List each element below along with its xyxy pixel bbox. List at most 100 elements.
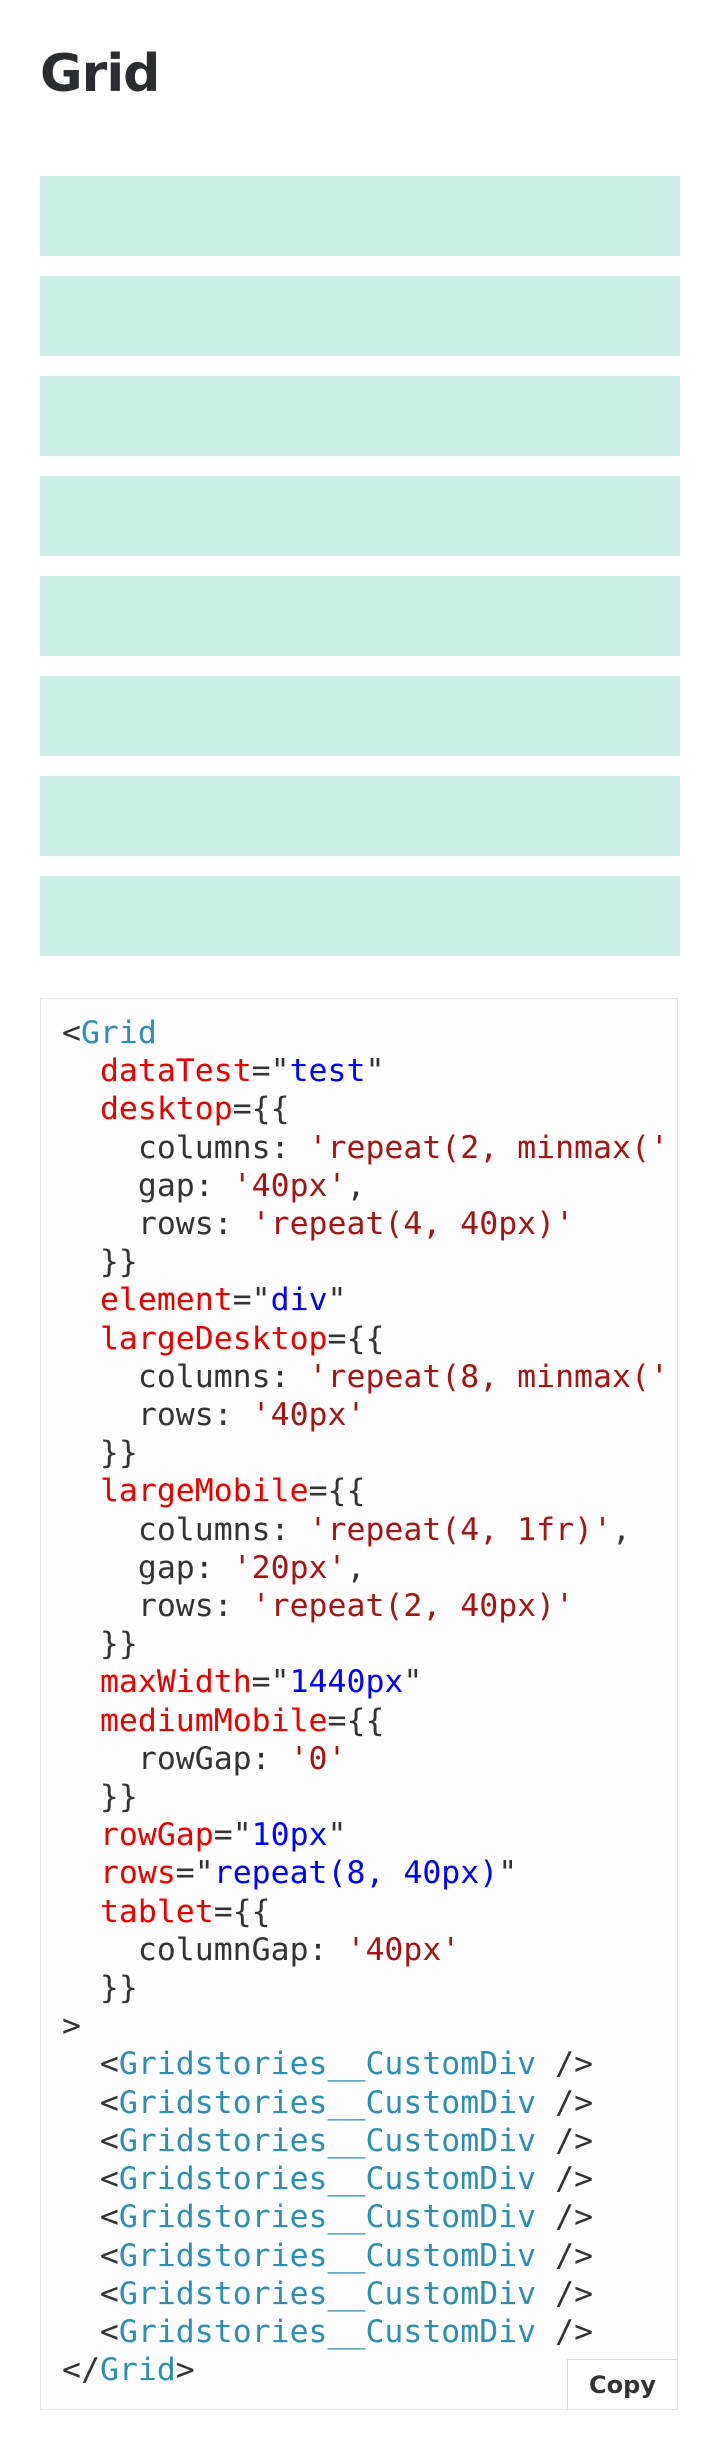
code-token: =" [232, 1282, 271, 1319]
code-token: < [62, 2122, 119, 2159]
code-token: Gridstories__CustomDiv [118, 2275, 537, 2312]
code-token: </ [62, 2352, 100, 2389]
grid-preview [40, 176, 680, 956]
code-token: Grid [80, 1015, 157, 1051]
code-line: columnGap: '40px' [62, 1931, 669, 1969]
code-token: 10px [251, 1817, 328, 1854]
grid-cell [40, 376, 680, 456]
code-line: }} [62, 1625, 669, 1663]
code-line: <Gridstories__CustomDiv /> [62, 2275, 669, 2313]
code-token: Gridstories__CustomDiv [118, 2046, 537, 2083]
code-line: maxWidth="1440px" [62, 1663, 669, 1701]
code-token: " [327, 1817, 347, 1854]
code-token: }} [62, 1244, 138, 1281]
code-line: }} [62, 1778, 669, 1816]
grid-cell [40, 676, 680, 756]
code-token: }} [62, 1970, 138, 2007]
code-token: '40px' [346, 1931, 461, 1968]
code-token: Gridstories__CustomDiv [118, 2199, 537, 2236]
code-token: rows: [62, 1588, 252, 1625]
code-line: }} [62, 1243, 669, 1281]
code-line: }} [62, 1969, 669, 2007]
code-token: > [62, 2008, 81, 2045]
code-token: Gridstories__CustomDiv [118, 2122, 537, 2159]
code-token: =" [175, 1855, 214, 1892]
code-line: tablet={{ [62, 1893, 669, 1931]
code-token: columns: [62, 1129, 309, 1166]
code-token: rowGap [99, 1817, 214, 1854]
code-token: 'repeat(2, 40px)' [251, 1588, 575, 1625]
code-token: rows: [62, 1206, 252, 1243]
code-line: rows="repeat(8, 40px)" [62, 1854, 669, 1892]
code-line: rowGap="10px" [62, 1816, 669, 1854]
code-token: " [498, 1855, 518, 1892]
code-token: /> [536, 2122, 594, 2159]
code-token: /> [536, 2084, 594, 2121]
code-line: }} [62, 1434, 669, 1472]
code-token: , [346, 1549, 366, 1586]
code-token: ={{ [327, 1702, 385, 1739]
code-token: /> [536, 2046, 594, 2083]
page-title: Grid [40, 44, 160, 104]
code-line: gap: '20px', [62, 1549, 669, 1587]
code-token: /> [536, 2275, 594, 2312]
grid-cell [40, 876, 680, 956]
code-line: > [62, 2007, 669, 2045]
code-line: <Gridstories__CustomDiv /> [62, 2122, 669, 2160]
code-token: '20px' [232, 1549, 347, 1586]
code-token: =" [213, 1817, 252, 1854]
code-line: mediumMobile={{ [62, 1702, 669, 1740]
code-token: Gridstories__CustomDiv [118, 2084, 537, 2121]
code-token: " [327, 1282, 347, 1319]
code-token: tablet [99, 1893, 214, 1930]
code-line: desktop={{ [62, 1090, 669, 1128]
code-line: <Grid [62, 1014, 669, 1052]
code-line: <Gridstories__CustomDiv /> [62, 2198, 669, 2236]
code-token: " [403, 1664, 423, 1701]
code-token: dataTest [99, 1053, 252, 1090]
code-token: '0' [289, 1740, 347, 1777]
code-line: <Gridstories__CustomDiv /> [62, 2045, 669, 2083]
code-token: largeDesktop [99, 1320, 328, 1357]
code-token: =" [251, 1664, 290, 1701]
code-token: '40px' [232, 1167, 347, 1204]
code-token: test [289, 1053, 366, 1090]
code-line: <Gridstories__CustomDiv /> [62, 2084, 669, 2122]
copy-button[interactable]: Copy [567, 2359, 677, 2409]
code-token: gap: [62, 1549, 233, 1586]
code-line: <Gridstories__CustomDiv /> [62, 2237, 669, 2275]
code-token: < [62, 2199, 119, 2236]
code-token: rows [99, 1855, 176, 1892]
code-token: desktop [99, 1091, 233, 1128]
code-line: largeDesktop={{ [62, 1320, 669, 1358]
code-token: '40px' [251, 1397, 366, 1434]
code-token: gap: [62, 1167, 233, 1204]
code-line: gap: '40px', [62, 1167, 669, 1205]
code-token: ={{ [327, 1320, 385, 1357]
code-token: repeat(8, 40px) [213, 1855, 499, 1892]
story-page: Grid <Grid dataTest="test" desktop={{ co… [0, 0, 718, 2448]
code-token: columns: [62, 1358, 309, 1395]
code-token: element [99, 1282, 233, 1319]
grid-cell [40, 476, 680, 556]
code-token: , [346, 1167, 366, 1204]
code-line: rowGap: '0' [62, 1740, 669, 1778]
code-line: <Gridstories__CustomDiv /> [62, 2160, 669, 2198]
code-line: rows: 'repeat(2, 40px)' [62, 1587, 669, 1625]
code-token: rowGap: [62, 1740, 290, 1777]
code-line: rows: 'repeat(4, 40px)' [62, 1205, 669, 1243]
code-token: /> [536, 2161, 594, 2198]
code-token: " [365, 1053, 385, 1090]
code-token: ={{ [308, 1473, 366, 1510]
code-token: }} [62, 1435, 138, 1472]
grid-cell [40, 276, 680, 356]
code-panel: <Grid dataTest="test" desktop={{ columns… [40, 998, 678, 2410]
